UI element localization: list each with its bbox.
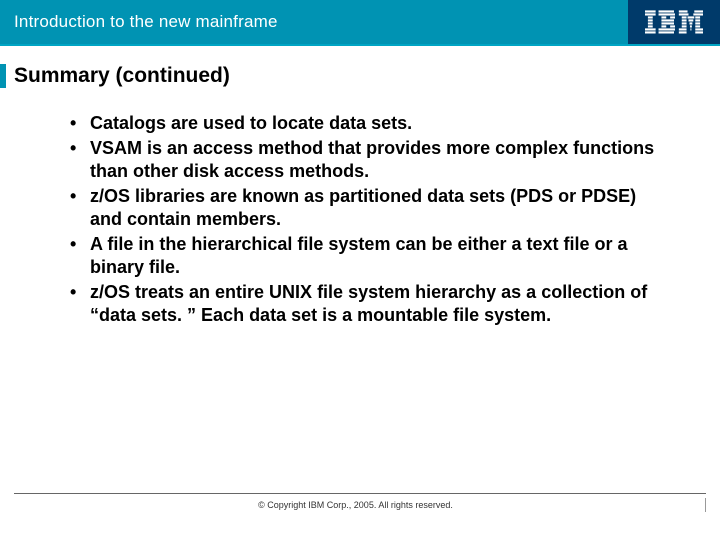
list-item: A file in the hierarchical file system c… bbox=[64, 233, 672, 279]
bullet-list: Catalogs are used to locate data sets. V… bbox=[64, 112, 672, 327]
copyright-text: © Copyright IBM Corp., 2005. All rights … bbox=[14, 500, 697, 512]
subhead-row: Summary (continued) bbox=[0, 64, 720, 88]
footer: © Copyright IBM Corp., 2005. All rights … bbox=[14, 493, 706, 512]
list-item: Catalogs are used to locate data sets. bbox=[64, 112, 672, 135]
list-item: VSAM is an access method that provides m… bbox=[64, 137, 672, 183]
slide: Introduction to the new mainframe bbox=[0, 0, 720, 540]
header-bar: Introduction to the new mainframe bbox=[0, 0, 720, 46]
content-area: Catalogs are used to locate data sets. V… bbox=[0, 88, 720, 540]
ibm-logo-icon bbox=[645, 10, 703, 34]
header-left: Introduction to the new mainframe bbox=[0, 0, 628, 44]
slide-subheading: Summary (continued) bbox=[6, 64, 230, 88]
footer-divider-icon bbox=[705, 498, 706, 512]
list-item: z/OS treats an entire UNIX file system h… bbox=[64, 281, 672, 327]
list-item: z/OS libraries are known as partitioned … bbox=[64, 185, 672, 231]
header-logo-box bbox=[628, 0, 720, 44]
header-title: Introduction to the new mainframe bbox=[14, 12, 278, 32]
